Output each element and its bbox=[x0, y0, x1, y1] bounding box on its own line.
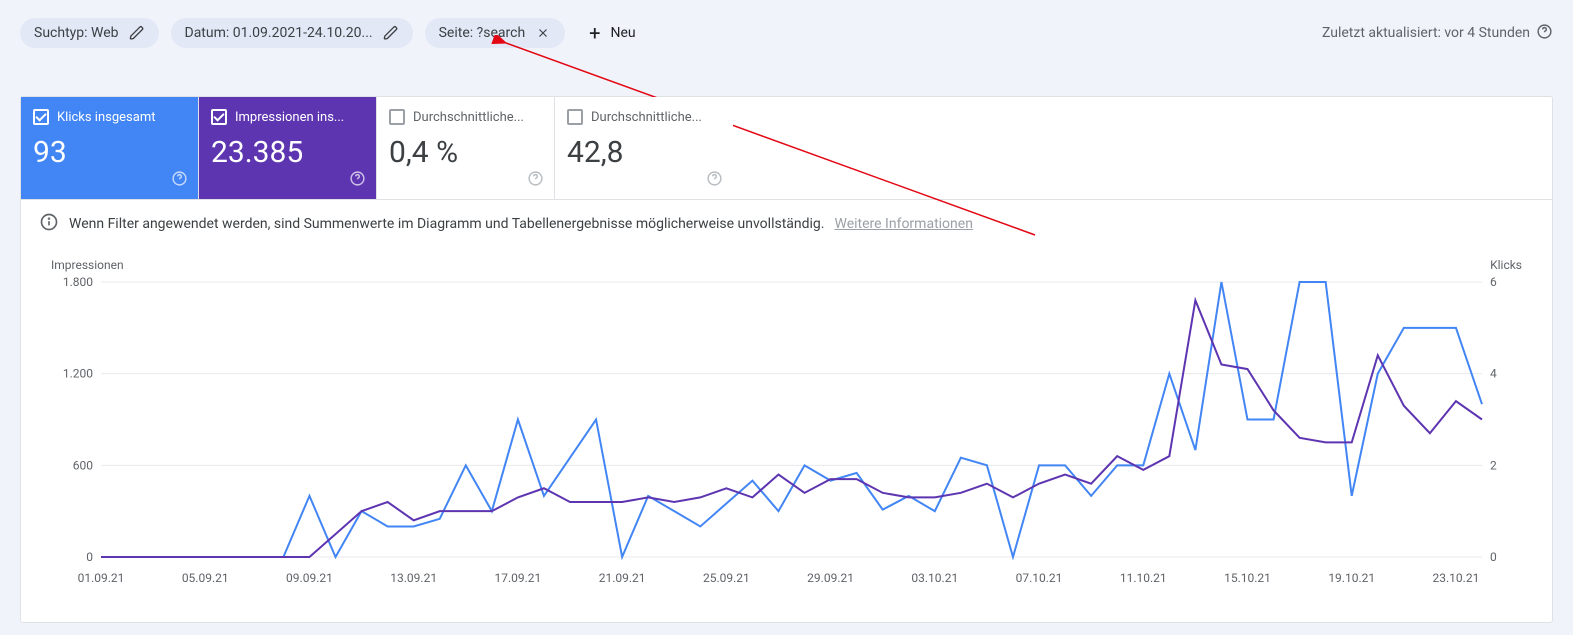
filter-chip-page[interactable]: Seite: ?search bbox=[425, 18, 566, 48]
svg-text:0: 0 bbox=[86, 550, 93, 564]
metric-value: 42,8 bbox=[567, 135, 721, 170]
info-link[interactable]: Weitere Informationen bbox=[834, 216, 972, 232]
info-icon bbox=[39, 212, 59, 236]
svg-text:2: 2 bbox=[1490, 458, 1497, 472]
svg-text:29.09.21: 29.09.21 bbox=[807, 571, 854, 585]
help-icon[interactable] bbox=[171, 170, 188, 191]
metric-label: Impressionen ins... bbox=[235, 110, 344, 125]
svg-text:25.09.21: 25.09.21 bbox=[703, 571, 750, 585]
performance-panel: Klicks insgesamt 93 Impressionen ins... … bbox=[20, 96, 1553, 623]
pencil-icon bbox=[383, 25, 399, 41]
metric-card-position[interactable]: Durchschnittliche... 42,8 bbox=[555, 97, 733, 199]
filter-chip-search-type[interactable]: Suchtyp: Web bbox=[20, 18, 159, 48]
info-icon[interactable] bbox=[1536, 23, 1553, 44]
checkbox-icon bbox=[211, 109, 227, 125]
svg-text:11.10.21: 11.10.21 bbox=[1120, 571, 1167, 585]
plus-icon: + bbox=[589, 21, 600, 45]
svg-text:03.10.21: 03.10.21 bbox=[911, 571, 958, 585]
chart-svg: 0 600 1.200 1.800 0 2 4 6 01.09.21 05.09.21 09.09.… bbox=[51, 272, 1522, 592]
filter-chip-date[interactable]: Datum: 01.09.2021-24.10.20... bbox=[171, 18, 413, 48]
metric-label: Klicks insgesamt bbox=[57, 110, 155, 125]
updated-text: Zuletzt aktualisiert: vor 4 Stunden bbox=[1322, 25, 1530, 41]
checkbox-icon bbox=[567, 109, 583, 125]
svg-text:09.09.21: 09.09.21 bbox=[286, 571, 333, 585]
svg-text:17.09.21: 17.09.21 bbox=[495, 571, 542, 585]
svg-text:15.10.21: 15.10.21 bbox=[1224, 571, 1271, 585]
metric-cards: Klicks insgesamt 93 Impressionen ins... … bbox=[21, 97, 1552, 200]
svg-text:1.200: 1.200 bbox=[63, 367, 93, 381]
svg-text:1.800: 1.800 bbox=[63, 275, 93, 289]
new-filter-button[interactable]: + Neu bbox=[577, 14, 648, 52]
info-bar: Wenn Filter angewendet werden, sind Summ… bbox=[21, 200, 1552, 248]
checkbox-icon bbox=[389, 109, 405, 125]
chart: Impressionen Klicks 0 600 1.200 1.800 0 2 4 6 01… bbox=[21, 248, 1552, 622]
svg-text:05.09.21: 05.09.21 bbox=[182, 571, 229, 585]
metric-value: 0,4 % bbox=[389, 135, 542, 170]
metric-value: 93 bbox=[33, 135, 186, 170]
metric-value: 23.385 bbox=[211, 135, 364, 170]
help-icon[interactable] bbox=[349, 170, 366, 191]
help-icon[interactable] bbox=[706, 170, 723, 191]
metric-card-ctr[interactable]: Durchschnittliche... 0,4 % bbox=[377, 97, 555, 199]
svg-text:23.10.21: 23.10.21 bbox=[1433, 571, 1480, 585]
svg-text:0: 0 bbox=[1490, 550, 1497, 564]
filter-bar: Suchtyp: Web Datum: 01.09.2021-24.10.20.… bbox=[0, 0, 1573, 66]
svg-text:21.09.21: 21.09.21 bbox=[599, 571, 646, 585]
chip-label: Datum: 01.09.2021-24.10.20... bbox=[185, 25, 373, 41]
svg-text:19.10.21: 19.10.21 bbox=[1328, 571, 1375, 585]
checkbox-icon bbox=[33, 109, 49, 125]
metric-label: Durchschnittliche... bbox=[413, 110, 524, 125]
help-icon[interactable] bbox=[527, 170, 544, 191]
info-text: Wenn Filter angewendet werden, sind Summ… bbox=[69, 216, 824, 232]
svg-text:6: 6 bbox=[1490, 275, 1497, 289]
chip-label: Suchtyp: Web bbox=[34, 25, 119, 41]
metric-card-impressions[interactable]: Impressionen ins... 23.385 bbox=[199, 97, 377, 199]
y-axis-right-title: Klicks bbox=[1490, 258, 1522, 272]
svg-text:07.10.21: 07.10.21 bbox=[1016, 571, 1063, 585]
pencil-icon bbox=[129, 25, 145, 41]
last-updated: Zuletzt aktualisiert: vor 4 Stunden bbox=[1322, 23, 1553, 44]
close-icon[interactable] bbox=[535, 25, 551, 41]
metric-card-clicks[interactable]: Klicks insgesamt 93 bbox=[21, 97, 199, 199]
y-axis-left-title: Impressionen bbox=[51, 258, 124, 272]
chip-label: Seite: ?search bbox=[439, 25, 526, 41]
svg-text:13.09.21: 13.09.21 bbox=[390, 571, 437, 585]
svg-text:600: 600 bbox=[73, 458, 93, 472]
new-label: Neu bbox=[611, 25, 636, 41]
svg-text:4: 4 bbox=[1490, 367, 1497, 381]
metric-label: Durchschnittliche... bbox=[591, 110, 702, 125]
svg-text:01.09.21: 01.09.21 bbox=[78, 571, 125, 585]
